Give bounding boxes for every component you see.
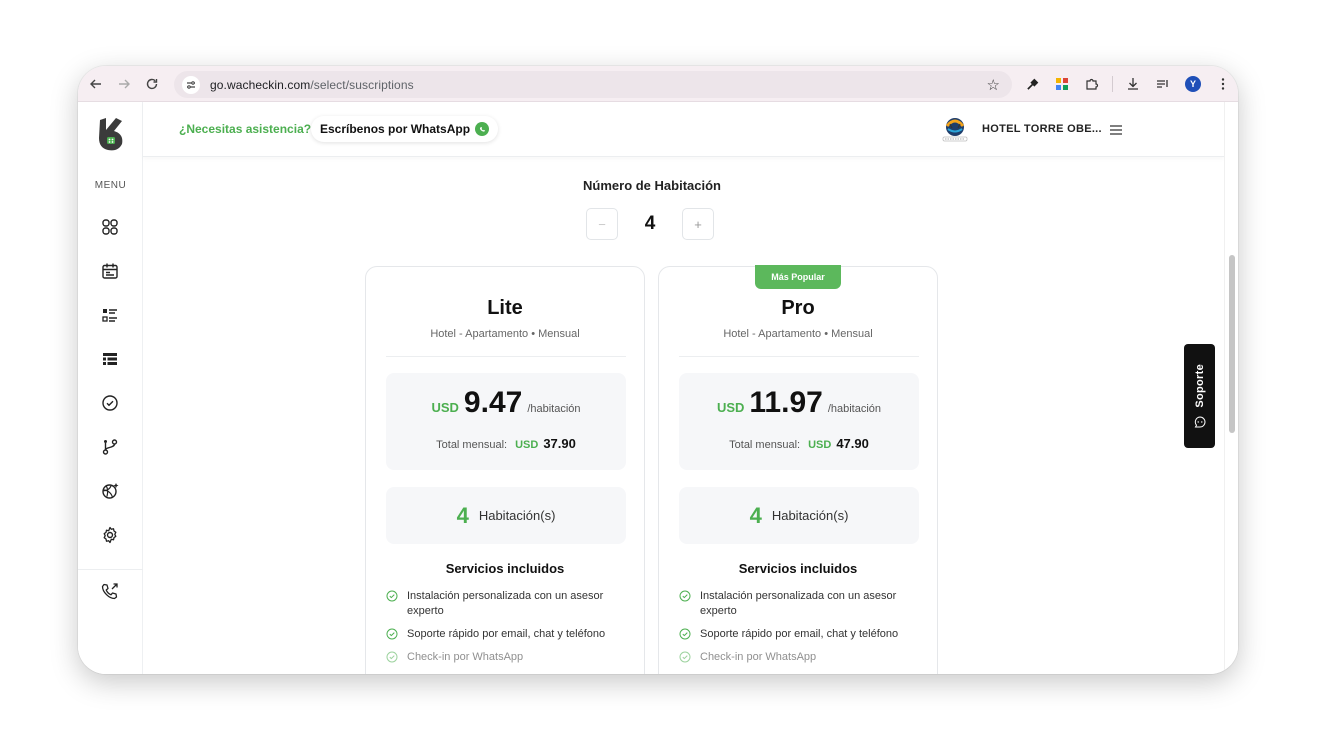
service-item: Check-in por WhatsApp xyxy=(679,650,919,665)
sidebar: MENU xyxy=(78,102,143,674)
color-extension-icon[interactable] xyxy=(1052,74,1072,94)
check-icon xyxy=(386,590,398,602)
popular-badge: Más Popular xyxy=(755,265,841,289)
reload-icon[interactable] xyxy=(138,70,166,98)
url-text: go.wacheckin.com/select/suscriptions xyxy=(210,77,414,92)
dashboard-icon[interactable] xyxy=(99,216,121,238)
support-label: Soporte xyxy=(1193,364,1206,408)
support-tab[interactable]: Soporte xyxy=(1184,344,1215,448)
calendar-icon[interactable] xyxy=(99,260,121,282)
gear-icon[interactable] xyxy=(99,524,121,546)
check-icon xyxy=(679,628,691,640)
total-label: Total mensual: xyxy=(729,439,801,451)
back-icon[interactable] xyxy=(82,70,110,98)
address-bar[interactable]: go.wacheckin.com/select/suscriptions ☆ xyxy=(174,71,1012,98)
support-chat-icon xyxy=(1194,416,1206,428)
branch-icon[interactable] xyxy=(99,436,121,458)
price-currency: USD xyxy=(431,400,459,415)
services-title: Servicios incluidos xyxy=(738,561,858,576)
total-amount: 47.90 xyxy=(836,436,869,451)
hamburger-menu-icon[interactable] xyxy=(1109,123,1123,135)
total-currency: USD xyxy=(515,439,539,451)
check-circle-icon[interactable] xyxy=(99,392,121,414)
web-page: MENU ¿Necesitas asistencia? Escríbenos p… xyxy=(78,102,1238,674)
plan-subtitle: Hotel - Apartamento • Mensual xyxy=(723,328,873,340)
page-scrollbar[interactable] xyxy=(1224,102,1238,674)
check-icon xyxy=(679,590,691,602)
services-list: Instalación personalizada con un asesor … xyxy=(679,589,919,673)
reading-list-icon[interactable] xyxy=(1153,74,1173,94)
plan-card-pro[interactable]: Más Popular Pro Hotel - Apartamento • Me… xyxy=(658,265,938,674)
rooms-count: 4 xyxy=(456,502,469,528)
whatsapp-help-button[interactable]: Escríbenos por WhatsApp xyxy=(311,116,499,142)
subscription-content: Número de Habitación − 4 + Lite Hotel - … xyxy=(143,158,1224,674)
total-amount: 37.90 xyxy=(543,436,576,451)
browser-menu-icon[interactable] xyxy=(1213,74,1233,94)
service-item: Soporte rápido por email, chat y teléfon… xyxy=(386,627,626,642)
eyedropper-icon[interactable] xyxy=(1022,74,1042,94)
decrease-rooms-button[interactable]: − xyxy=(586,208,618,240)
rooms-summary: 4 Habitación(s) xyxy=(679,487,919,544)
service-item: Soporte rápido por email, chat y teléfon… xyxy=(679,627,919,642)
browser-toolbar: go.wacheckin.com/select/suscriptions ☆ Y xyxy=(78,66,1238,102)
increase-rooms-button[interactable]: + xyxy=(682,208,714,240)
rooms-label: Habitación(s) xyxy=(478,508,556,523)
browser-window: go.wacheckin.com/select/suscriptions ☆ Y xyxy=(78,66,1238,674)
plan-card-lite[interactable]: Lite Hotel - Apartamento • Mensual USD 9… xyxy=(365,266,645,674)
toolbar-separator xyxy=(1112,76,1113,92)
profile-avatar[interactable]: Y xyxy=(1183,74,1203,94)
price-amount: 9.47 xyxy=(463,386,523,419)
total-currency: USD xyxy=(808,439,832,451)
services-title: Servicios incluidos xyxy=(445,561,565,576)
rooms-title: Número de Habitación xyxy=(583,178,721,193)
sparkle-ball-icon[interactable] xyxy=(99,480,121,502)
site-info-icon[interactable] xyxy=(182,75,200,94)
check-icon xyxy=(386,628,398,640)
forward-icon[interactable] xyxy=(110,70,138,98)
wacheckin-logo[interactable] xyxy=(96,112,126,152)
plan-name: Lite xyxy=(487,297,523,319)
app-header: ¿Necesitas asistencia? Escríbenos por Wh… xyxy=(143,102,1224,157)
check-icon xyxy=(386,651,398,663)
download-icon[interactable] xyxy=(1123,74,1143,94)
extensions-puzzle-icon[interactable] xyxy=(1082,74,1102,94)
price-box: USD 11.97 /habitación Total mensual: USD… xyxy=(679,373,919,470)
scrollbar-thumb[interactable] xyxy=(1229,255,1235,433)
rooms-stepper: − 4 + xyxy=(586,208,714,240)
total-label: Total mensual: xyxy=(436,439,508,451)
phone-call-icon[interactable] xyxy=(99,580,121,602)
rooms-value: 4 xyxy=(644,213,656,234)
service-item: Instalación personalizada con un asesor … xyxy=(679,589,919,619)
list-icon[interactable] xyxy=(99,304,121,326)
card-divider xyxy=(386,356,626,357)
check-icon xyxy=(679,651,691,663)
price-unit: /habitación xyxy=(827,403,882,415)
price-amount: 11.97 xyxy=(749,386,823,419)
services-list: Instalación personalizada con un asesor … xyxy=(386,589,626,673)
plan-name: Pro xyxy=(781,297,815,319)
table-icon[interactable] xyxy=(99,348,121,370)
whatsapp-help-label: Escríbenos por WhatsApp xyxy=(320,122,471,136)
menu-label: MENU xyxy=(94,180,127,191)
service-item: Instalación personalizada con un asesor … xyxy=(386,589,626,619)
price-unit: /habitación xyxy=(527,403,581,415)
bookmark-star-icon[interactable]: ☆ xyxy=(987,76,1000,94)
hotel-name[interactable]: HOTEL TORRE OBE... xyxy=(982,123,1102,135)
rooms-count: 4 xyxy=(749,502,762,528)
price-box: USD 9.47 /habitación Total mensual: USD … xyxy=(386,373,626,470)
sidebar-divider xyxy=(78,569,143,570)
price-currency: USD xyxy=(716,400,745,415)
card-divider xyxy=(679,356,919,357)
rooms-label: Habitación(s) xyxy=(771,508,849,523)
plan-subtitle: Hotel - Apartamento • Mensual xyxy=(430,328,580,340)
whatsapp-icon xyxy=(475,122,490,136)
service-item: Check-in por WhatsApp xyxy=(386,650,626,665)
hotel-logo[interactable] xyxy=(938,112,972,146)
help-question: ¿Necesitas asistencia? xyxy=(179,122,312,136)
rooms-summary: 4 Habitación(s) xyxy=(386,487,626,544)
